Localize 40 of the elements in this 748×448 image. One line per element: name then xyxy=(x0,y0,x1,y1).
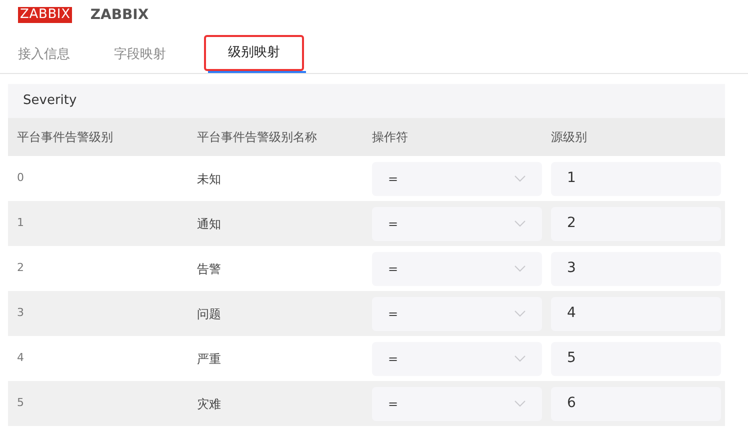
source-level-field[interactable]: 6 xyxy=(551,386,721,420)
source-level-field[interactable]: 4 xyxy=(551,296,721,330)
chevron-down-icon xyxy=(514,310,526,317)
column-header: 平台事件告警级别 xyxy=(17,129,113,146)
operator-select[interactable]: = xyxy=(372,342,542,376)
tab[interactable]: 接入信息 xyxy=(8,37,80,73)
section-title: Severity xyxy=(23,92,77,110)
table-cell-text: 5 xyxy=(17,395,24,412)
operator-select[interactable]: = xyxy=(372,386,542,420)
table-cell-text: 问题 xyxy=(197,306,221,322)
operator-select[interactable]: = xyxy=(372,162,542,196)
table-cell-text: 未知 xyxy=(197,170,221,188)
logo: ZABBIX xyxy=(18,7,72,23)
source-level-field[interactable]: 5 xyxy=(551,342,721,376)
table-cell-text: 0 xyxy=(17,170,24,186)
source-level-field[interactable]: 2 xyxy=(551,206,721,240)
tab[interactable]: 级别映射 xyxy=(204,35,304,71)
operator-select[interactable]: = xyxy=(372,252,542,286)
app-title: ZABBIX xyxy=(90,6,149,24)
table-cell-text: 4 xyxy=(17,350,24,366)
chevron-down-icon xyxy=(514,355,526,362)
table-cell-text: 告警 xyxy=(197,260,221,278)
table-cell-text: 2 xyxy=(17,260,24,276)
column-header: 平台事件告警级别名称 xyxy=(197,129,317,146)
chevron-down-icon xyxy=(514,400,526,407)
chevron-down-icon xyxy=(514,265,526,272)
chevron-down-icon xyxy=(514,220,526,227)
table-cell-text: 严重 xyxy=(197,350,221,368)
table-cell-text: 灾难 xyxy=(197,396,221,412)
table-cell-text: 1 xyxy=(17,215,24,232)
table-cell-text: 通知 xyxy=(197,216,221,232)
column-header: 操作符 xyxy=(372,129,408,146)
source-level-field[interactable]: 1 xyxy=(551,162,721,196)
table-cell-text: 3 xyxy=(17,305,24,322)
column-header: 源级别 xyxy=(551,129,587,146)
operator-select[interactable]: = xyxy=(372,296,542,330)
chevron-down-icon xyxy=(514,175,526,182)
operator-select[interactable]: = xyxy=(372,206,542,240)
source-level-field[interactable]: 3 xyxy=(551,252,721,286)
tab[interactable]: 字段映射 xyxy=(104,37,176,73)
